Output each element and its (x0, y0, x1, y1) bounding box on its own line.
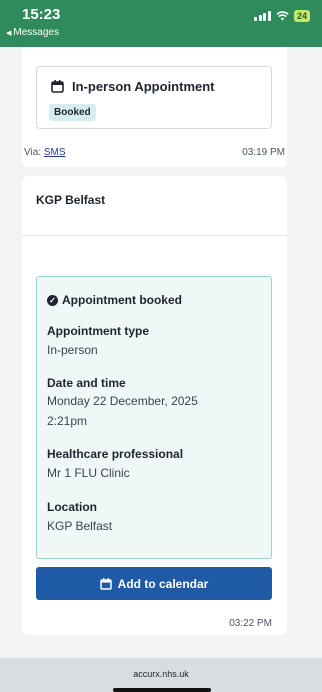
message-card-confirmation: KGP Belfast ✓ Appointment booked Appoint… (22, 176, 287, 635)
check-circle-icon: ✓ (47, 294, 58, 306)
message-timestamp: 03:22 PM (229, 618, 272, 629)
signal-icon (254, 11, 271, 21)
via-channel-link[interactable]: SMS (44, 147, 66, 158)
back-arrow-icon: ◀ (6, 29, 12, 37)
field-label-location: Location (47, 500, 97, 514)
via-line: Via: SMS (24, 147, 66, 158)
practice-header: KGP Belfast (22, 176, 287, 236)
via-label: Via: (24, 147, 42, 158)
home-indicator (113, 688, 211, 692)
battery-icon: 24 (293, 10, 310, 22)
add-to-calendar-label: Add to calendar (117, 576, 209, 591)
field-value-time: 2:21pm (47, 414, 88, 428)
field-value-location: KGP Belfast (47, 519, 113, 533)
back-to-messages[interactable]: ◀ Messages (6, 27, 59, 38)
field-label-date-time: Date and time (47, 376, 126, 390)
appointment-title: In-person Appointment (72, 79, 215, 94)
appointment-summary-box: In-person Appointment Booked (36, 66, 272, 129)
calendar-icon (51, 80, 64, 93)
message-timestamp: 03:19 PM (242, 147, 285, 158)
status-indicators: 24 (254, 10, 310, 22)
appointment-confirmation-box: ✓ Appointment booked Appointment type In… (36, 276, 272, 559)
field-label-professional: Healthcare professional (47, 447, 184, 461)
calendar-icon (99, 577, 112, 590)
status-badge: Booked (49, 104, 96, 121)
field-label-appointment-type: Appointment type (47, 324, 149, 338)
field-value-date: Monday 22 December, 2025 (47, 394, 198, 408)
browser-url-bar[interactable]: accurx.nhs.uk (0, 658, 322, 692)
url-text: accurx.nhs.uk (133, 669, 189, 679)
wifi-icon (276, 11, 289, 21)
field-value-appointment-type: In-person (47, 343, 98, 357)
confirmation-heading-row: ✓ Appointment booked (47, 293, 182, 307)
add-to-calendar-button[interactable]: Add to calendar (36, 567, 272, 600)
appointment-title-row: In-person Appointment (51, 79, 215, 94)
confirmation-heading: Appointment booked (62, 293, 182, 307)
back-label: Messages (13, 27, 59, 38)
field-value-professional: Mr 1 FLU Clinic (47, 466, 130, 480)
status-time: 15:23 (22, 6, 61, 23)
practice-name: KGP Belfast (36, 193, 106, 207)
message-card-appointment: In-person Appointment Booked Via: SMS 03… (22, 47, 287, 167)
status-bar: 15:23 ◀ Messages 24 (0, 0, 322, 47)
